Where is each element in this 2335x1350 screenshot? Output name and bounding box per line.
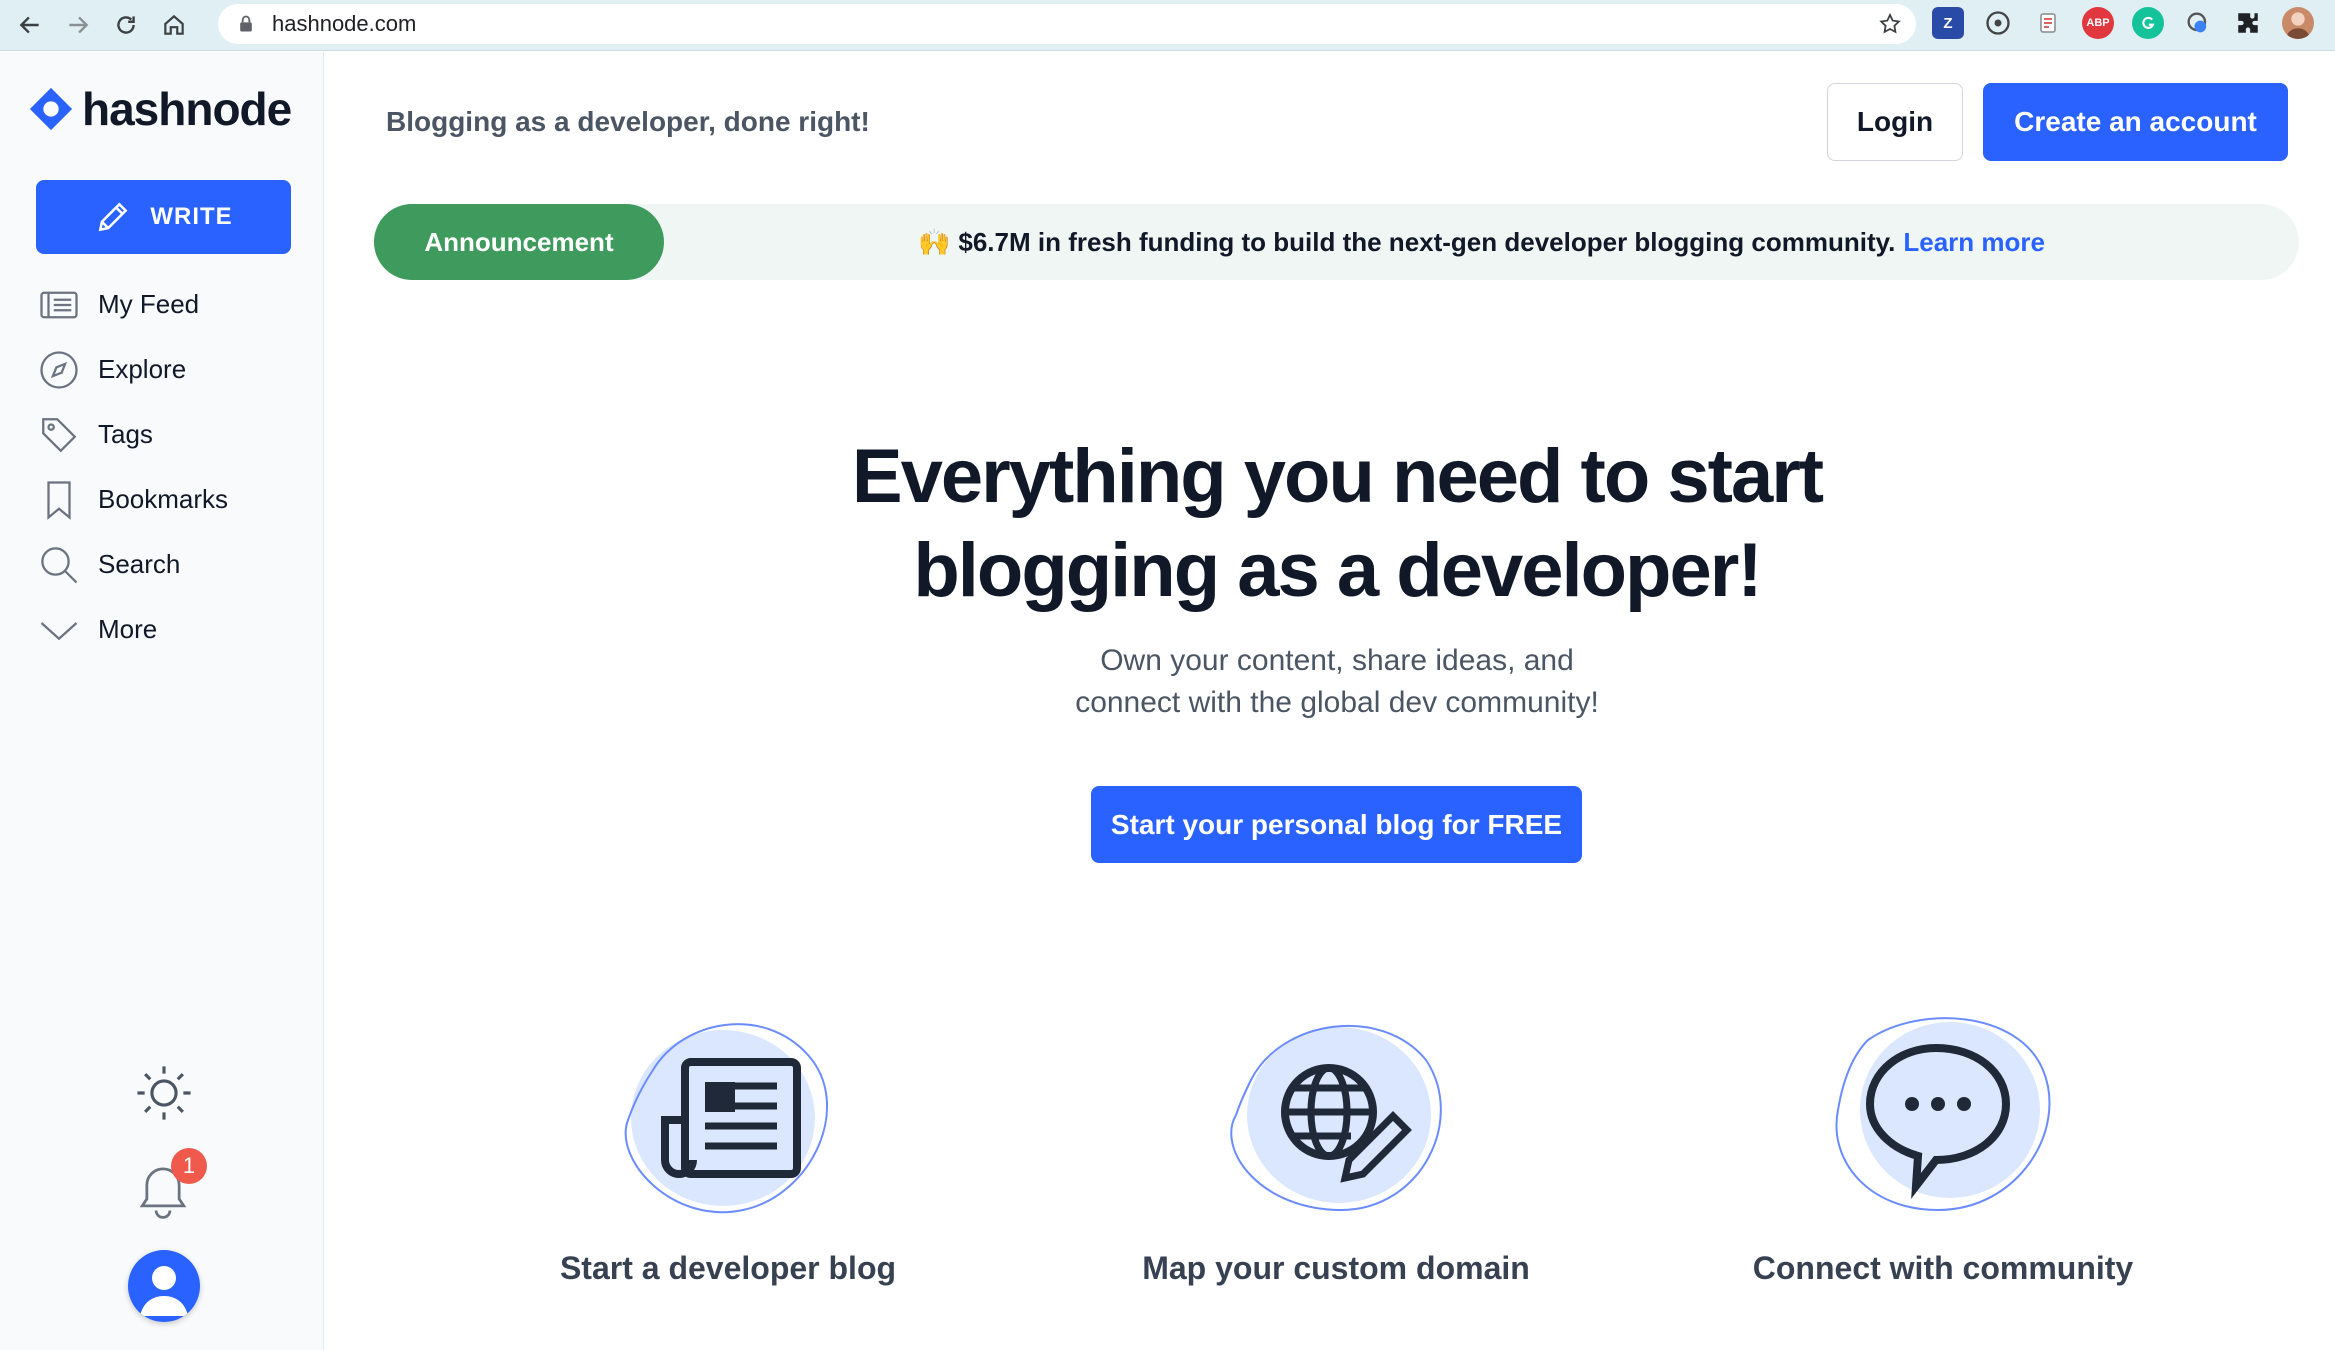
document-extension-icon[interactable] [2032, 7, 2064, 39]
write-button[interactable]: WRITE [36, 180, 291, 254]
feature-custom-domain: Map your custom domain [1126, 1010, 1546, 1287]
adblock-extension-icon[interactable]: ABP [2082, 7, 2114, 39]
chat-bubble-icon [1835, 1017, 2051, 1212]
announcement-message: 🙌 $6.7M in fresh funding to build the ne… [664, 204, 2299, 280]
bookmark-icon [47, 480, 71, 520]
hashnode-logo[interactable]: hashnode [28, 82, 292, 136]
login-button[interactable]: Login [1827, 83, 1963, 161]
arrow-right-icon [69, 16, 89, 34]
back-button[interactable] [10, 5, 50, 45]
sidebar-item-label: Bookmarks [98, 484, 229, 514]
sidebar-item-more[interactable]: More [38, 597, 228, 662]
header-tagline: Blogging as a developer, done right! [386, 106, 870, 137]
feature-developer-blog: Start a developer blog [518, 1010, 938, 1287]
newspaper-icon [624, 1023, 828, 1213]
hero-title: Everything you need to start blogging as… [700, 430, 1974, 618]
address-bar[interactable]: hashnode.com [218, 4, 1916, 44]
feature-community: Connect with community [1733, 1010, 2153, 1287]
sidebar-item-bookmarks[interactable]: Bookmarks [38, 467, 228, 532]
sidebar-nav: My Feed Explore Tags Bookmarks Search Mo… [38, 272, 228, 662]
announcement-pill: Announcement [374, 204, 664, 280]
user-icon [140, 1266, 188, 1316]
sidebar-item-label: My Feed [98, 289, 200, 319]
announcement-banner: Announcement 🙌 $6.7M in fresh funding to… [374, 204, 2299, 280]
sidebar-item-label: Tags [98, 419, 153, 449]
hero-subtitle-line2: connect with the global dev community! [1075, 686, 1599, 719]
write-label: WRITE [150, 203, 233, 230]
feature-label: Connect with community [1752, 1250, 2134, 1286]
tag-icon [42, 417, 77, 452]
chevron-down-icon [40, 621, 78, 640]
star-icon[interactable] [1878, 12, 1902, 36]
start-blog-button[interactable]: Start your personal blog for FREE [1091, 786, 1582, 863]
browser-toolbar: hashnode.com Z ABP [0, 0, 2335, 51]
notification-badge: 1 [171, 1148, 207, 1184]
lock-icon [240, 15, 252, 32]
pencil-icon [99, 202, 128, 232]
feature-label: Start a developer blog [559, 1250, 897, 1286]
compass-icon [40, 350, 78, 389]
feed-icon [40, 291, 78, 318]
notifications-button[interactable]: 1 [135, 1148, 215, 1228]
sidebar-item-label: Explore [98, 354, 187, 384]
avatar[interactable] [128, 1250, 200, 1322]
sidebar-item-my-feed[interactable]: My Feed [38, 272, 228, 337]
logo-text: hashnode [82, 83, 292, 135]
lens-extension-icon[interactable] [2182, 7, 2214, 39]
sidebar-item-label: More [98, 614, 158, 644]
sidebar: hashnode WRITE My Feed Explore Tags Book… [0, 52, 324, 1350]
reload-icon [117, 16, 135, 34]
raised-hands-emoji: 🙌 [918, 226, 951, 257]
hero-title-line2: blogging as a developer! [913, 528, 1762, 613]
grammarly-extension-icon[interactable] [2132, 7, 2164, 39]
search-icon [41, 546, 78, 583]
announcement-text: $6.7M in fresh funding to build the next… [958, 226, 1896, 257]
sidebar-item-label: Search [98, 549, 181, 579]
sidebar-item-explore[interactable]: Explore [38, 337, 228, 402]
home-button[interactable] [154, 5, 194, 45]
hero-subtitle: Own your content, share ideas, and conne… [900, 640, 1774, 724]
puzzle-extensions-icon[interactable] [2232, 7, 2264, 39]
arrow-left-icon [19, 16, 39, 34]
extensions-bar: Z ABP [1932, 7, 2314, 39]
hero-subtitle-line1: Own your content, share ideas, and [1100, 644, 1574, 677]
feature-label: Map your custom domain [1142, 1250, 1530, 1286]
learn-more-link[interactable]: Learn more [1903, 227, 2045, 258]
url-text: hashnode.com [272, 11, 417, 36]
sidebar-item-search[interactable]: Search [38, 532, 228, 597]
reload-button[interactable] [106, 5, 146, 45]
sun-icon[interactable] [135, 1064, 193, 1122]
create-account-button[interactable]: Create an account [1983, 83, 2288, 161]
forward-button[interactable] [58, 5, 98, 45]
profile-avatar-icon[interactable] [2282, 7, 2314, 39]
hero-title-line1: Everything you need to start [851, 434, 1824, 519]
globe-pencil-icon [1230, 1024, 1442, 1212]
z-extension-icon[interactable]: Z [1932, 7, 1964, 39]
sidebar-item-tags[interactable]: Tags [38, 402, 228, 467]
hashnode-logo-icon [29, 87, 73, 131]
circle-extension-icon[interactable] [1982, 7, 2014, 39]
home-icon [164, 14, 184, 35]
